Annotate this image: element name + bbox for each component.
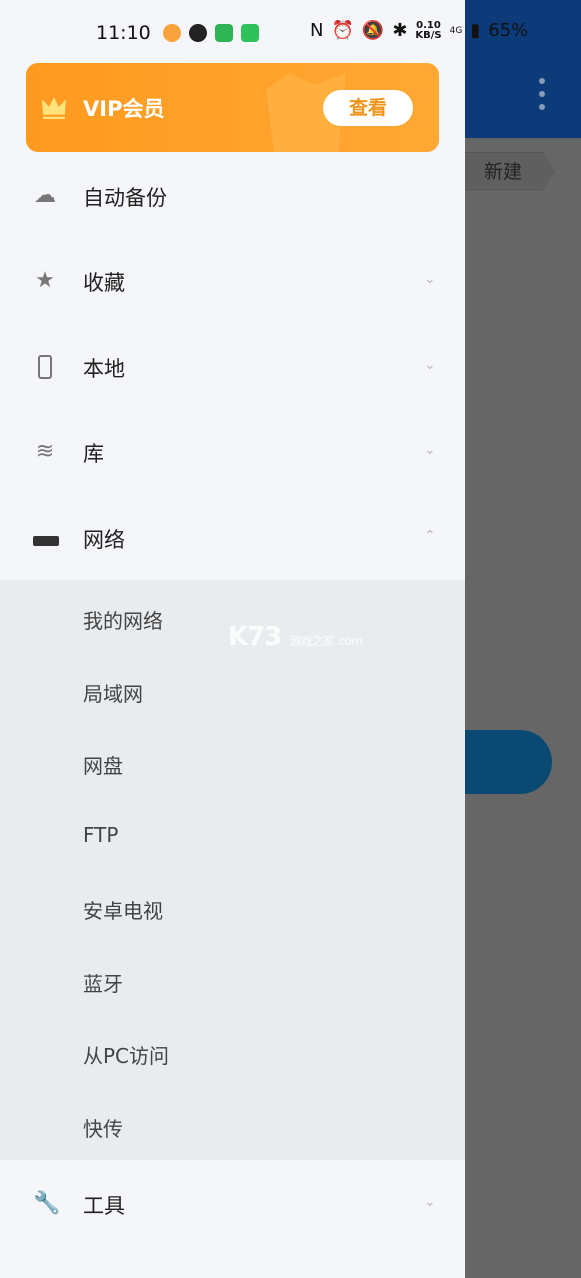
submenu-bluetooth[interactable]: 蓝牙 — [83, 968, 123, 997]
menu-item-network[interactable]: 网络 ⌃ — [0, 496, 465, 581]
network-type: 4G — [449, 25, 463, 36]
watermark: K73 游戏之家 .com — [228, 622, 363, 652]
vip-view-button[interactable]: 查看 — [323, 90, 413, 126]
watermark-sub: 游戏之家 .com — [289, 634, 362, 648]
menu-item-favorites[interactable]: ★ 收藏 ⌄ — [0, 239, 465, 324]
network-submenu: 我的网络 局域网 网盘 FTP 安卓电视 蓝牙 从PC访问 快传 — [0, 580, 465, 1160]
menu-label: 网络 — [83, 528, 125, 552]
net-speed-unit: KB/S — [415, 29, 442, 41]
watermark-text: K73 — [228, 622, 282, 652]
more-options-icon[interactable] — [536, 78, 548, 117]
vip-banner[interactable]: VIP会员 查看 — [26, 63, 439, 152]
menu-item-local[interactable]: 本地 ⌄ — [0, 325, 465, 410]
status-time: 11:10 — [96, 22, 151, 44]
chevron-up-icon[interactable]: ⌃ — [424, 528, 436, 544]
chevron-down-icon[interactable]: ⌄ — [424, 357, 436, 373]
bluetooth-icon: ✱ — [392, 20, 408, 41]
menu-label: 本地 — [83, 357, 125, 381]
alarm-icon: ⏰ — [331, 20, 354, 41]
menu-label: 收藏 — [83, 271, 125, 295]
nfc-icon: N — [310, 20, 324, 41]
submenu-my-network[interactable]: 我的网络 — [83, 605, 163, 634]
breadcrumb-new[interactable]: 新建 — [455, 152, 555, 190]
chevron-down-icon[interactable]: ⌄ — [424, 1194, 436, 1210]
menu-item-auto-backup[interactable]: ☁ 自动备份 — [0, 154, 465, 239]
menu-item-tools[interactable]: 🔧 工具 ⌄ — [0, 1162, 465, 1247]
menu-item-library[interactable]: ≋ 库 ⌄ — [0, 410, 465, 495]
menu-label: 自动备份 — [83, 186, 167, 210]
router-icon — [33, 526, 59, 550]
submenu-ftp[interactable]: FTP — [83, 823, 118, 847]
submenu-cloud-drive[interactable]: 网盘 — [83, 750, 123, 779]
vip-title: VIP会员 — [83, 97, 165, 121]
chevron-down-icon[interactable]: ⌄ — [424, 442, 436, 458]
app-notification-icon — [162, 24, 181, 42]
chevron-down-icon[interactable]: ⌄ — [424, 271, 436, 287]
menu-label: 工具 — [83, 1194, 125, 1218]
wrench-icon: 🔧 — [33, 1191, 61, 1216]
menu-label: 库 — [83, 442, 104, 466]
mute-icon: 🔕 — [361, 20, 385, 41]
wechat-icon — [188, 24, 207, 42]
security-icon — [214, 24, 233, 42]
phone-call-icon — [240, 24, 259, 42]
crown-icon — [42, 97, 66, 119]
submenu-android-tv[interactable]: 安卓电视 — [83, 895, 163, 924]
star-icon: ★ — [35, 268, 55, 293]
status-bar: 11:10 N ⏰ 🔕 ✱ 0.10 KB/S 4G ▮ 65% — [96, 20, 528, 46]
signal-icon: ▮ — [470, 20, 481, 41]
battery-level: 65% — [488, 20, 529, 41]
submenu-lan[interactable]: 局域网 — [83, 678, 143, 707]
cloud-sync-icon: ☁ — [34, 183, 56, 208]
layers-icon: ≋ — [35, 439, 55, 464]
submenu-pc-access[interactable]: 从PC访问 — [83, 1040, 169, 1069]
submenu-quick-transfer[interactable]: 快传 — [83, 1113, 123, 1142]
phone-icon — [33, 355, 57, 379]
